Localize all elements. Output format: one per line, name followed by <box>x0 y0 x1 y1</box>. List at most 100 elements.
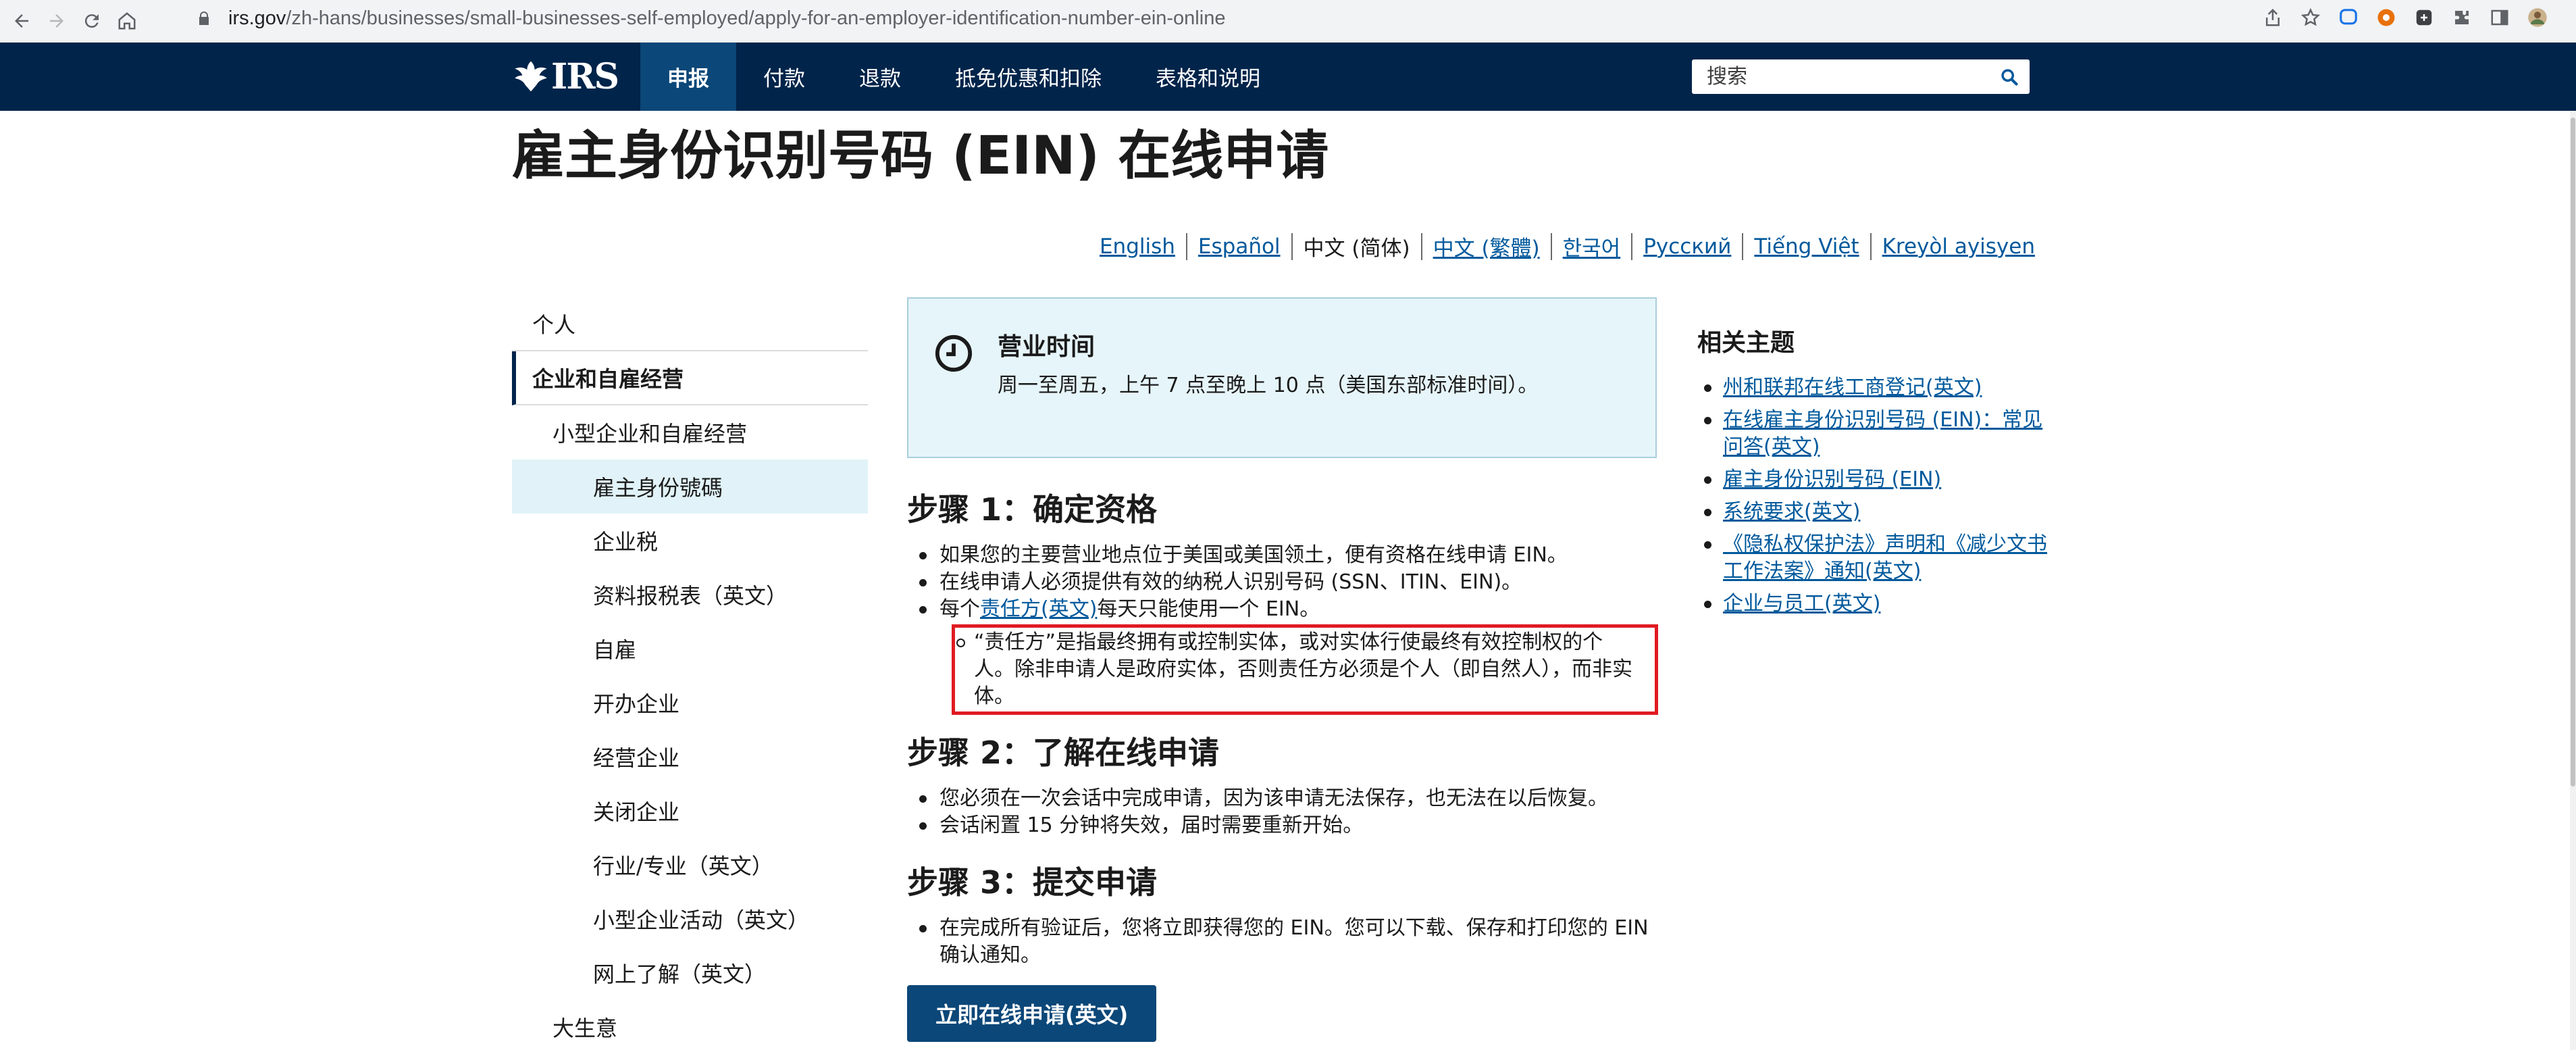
list-item: 雇主身份识别号码 (EIN) <box>1697 466 2062 493</box>
back-icon <box>15 14 28 28</box>
nav-credits-deductions[interactable]: 抵免优惠和扣除 <box>928 43 1129 111</box>
extension-dark-button[interactable] <box>2413 6 2436 29</box>
sidebar-item-small-business-events[interactable]: 小型企业活动（英文） <box>512 892 868 946</box>
sidebar-item-industries-professions[interactable]: 行业/专业（英文） <box>512 838 868 892</box>
sidebar-item-online-learning[interactable]: 网上了解（英文） <box>512 946 868 1000</box>
share-icon <box>2266 8 2279 26</box>
lang-haitian-creole[interactable]: Kreyòl ayisyen <box>1872 234 2046 259</box>
main-content: 营业时间 周一至周五，上午 7 点至晚上 10 点（美国东部标准时间）。 步骤 … <box>907 297 1658 1042</box>
home-icon <box>118 12 136 30</box>
sidebar-icon <box>2491 9 2508 26</box>
lang-russian[interactable]: Русский <box>1632 234 1742 259</box>
share-button[interactable] <box>2261 6 2284 29</box>
page-title: 雇主身份识别号码 (EIN) 在线申请 <box>512 126 1329 186</box>
nav-forms-instructions[interactable]: 表格和说明 <box>1129 43 1287 111</box>
related-title: 相关主题 <box>1697 329 1795 357</box>
lang-chinese-traditional[interactable]: 中文 (繁體) <box>1422 231 1551 261</box>
search-box <box>1692 59 2030 94</box>
related-link-businesses-employees[interactable]: 企业与员工(英文) <box>1723 592 1880 616</box>
back-button[interactable] <box>5 5 38 37</box>
lang-vietnamese[interactable]: Tiếng Việt <box>1743 234 1870 259</box>
nav-file[interactable]: 申报 <box>640 43 736 111</box>
list-item: 您必须在一次会话中完成申请，因为该申请无法保存，也无法在以后恢复。 <box>907 785 1657 812</box>
lang-korean[interactable]: 한국어 <box>1552 231 1632 261</box>
profile-button[interactable] <box>2526 6 2549 29</box>
language-bar: English Español 中文 (简体) 中文 (繁體) 한국어 Русс… <box>1089 231 2046 261</box>
search-button[interactable] <box>1989 59 2030 94</box>
orange-extension-icon <box>2377 9 2395 26</box>
list-item: 系统要求(英文) <box>1697 499 2062 526</box>
side-panel-button[interactable] <box>2488 6 2511 29</box>
related-link-privacy-act[interactable]: 《隐私权保护法》声明和《减少文书工作法案》通知(英文) <box>1723 532 2047 583</box>
sidebar-item-starting-business[interactable]: 开办企业 <box>512 676 868 730</box>
list-item: 会话闲置 15 分钟将失效，届时需要重新开始。 <box>907 812 1657 839</box>
related-link-business-registration[interactable]: 州和联邦在线工商登记(英文) <box>1723 376 1982 399</box>
related-link-system-requirements[interactable]: 系统要求(英文) <box>1723 500 1860 524</box>
nav-refunds[interactable]: 退款 <box>832 43 928 111</box>
list-item: 在线雇主身份识别号码 (EIN)：常见问答(英文) <box>1697 407 2062 461</box>
step1-list: 如果您的主要营业地点位于美国或美国领土，便有资格在线申请 EIN。 在线申请人必… <box>907 542 1657 623</box>
list-item: 如果您的主要营业地点位于美国或美国领土，便有资格在线申请 EIN。 <box>907 542 1657 569</box>
main-nav: 申报 付款 退款 抵免优惠和扣除 表格和说明 <box>640 43 1287 111</box>
responsible-party-link[interactable]: 责任方(英文) <box>980 597 1097 621</box>
related-link-ein-faq[interactable]: 在线雇主身份识别号码 (EIN)：常见问答(英文) <box>1723 408 2042 459</box>
site-header: IRS 申报 付款 退款 抵免优惠和扣除 表格和说明 <box>0 43 2576 111</box>
hours-title: 营业时间 <box>998 333 1096 361</box>
star-icon <box>2300 7 2321 26</box>
hours-callout: 营业时间 周一至周五，上午 7 点至晚上 10 点（美国东部标准时间）。 <box>907 297 1657 458</box>
forward-button[interactable] <box>41 5 73 37</box>
extension-chat-button[interactable] <box>2337 6 2360 29</box>
chat-icon <box>2340 9 2357 25</box>
list-item: 《隐私权保护法》声明和《减少文书工作法案》通知(英文) <box>1697 531 2062 585</box>
lock-icon <box>199 11 209 25</box>
sidebar-item-small-business[interactable]: 小型企业和自雇经营 <box>512 405 868 459</box>
address-bar[interactable]: irs.gov/zh-hans/businesses/small-busines… <box>177 3 2271 34</box>
sidebar-item-closing-business[interactable]: 关闭企业 <box>512 784 868 838</box>
related-link-ein[interactable]: 雇主身份识别号码 (EIN) <box>1723 468 1941 491</box>
extension-orange-button[interactable] <box>2375 6 2398 29</box>
search-input[interactable] <box>1692 65 1989 89</box>
search-icon <box>2001 68 2018 86</box>
list-item: 在线申请人必须提供有效的纳税人识别号码 (SSN、ITIN、EIN)。 <box>907 569 1657 596</box>
forward-icon <box>50 14 63 28</box>
related-topics: 相关主题 州和联邦在线工商登记(英文) 在线雇主身份识别号码 (EIN)：常见问… <box>1697 323 2062 623</box>
sidebar-item-information-returns[interactable]: 资料报税表（英文） <box>512 568 868 622</box>
bookmark-button[interactable] <box>2299 6 2322 29</box>
list-item: 在完成所有验证后，您将立即获得您的 EIN。您可以下载、保存和打印您的 EIN … <box>907 915 1657 969</box>
sidebar-item-large-business[interactable]: 大生意 <box>512 1000 868 1050</box>
lang-english[interactable]: English <box>1089 234 1186 259</box>
responsible-party-definition: “责任方”是指最终拥有或控制实体，或对实体行使最终有效控制权的个人。除非申请人是… <box>956 629 1643 710</box>
page-scrollbar[interactable] <box>2570 111 2576 1050</box>
highlight-box: “责任方”是指最终拥有或控制实体，或对实体行使最终有效控制权的个人。除非申请人是… <box>952 624 1658 715</box>
puzzle-icon <box>2455 11 2469 24</box>
step2-list: 您必须在一次会话中完成申请，因为该申请无法保存，也无法在以后恢复。 会话闲置 1… <box>907 785 1657 839</box>
list-item: 州和联邦在线工商登记(英文) <box>1697 374 2062 401</box>
sidebar-item-business-taxes[interactable]: 企业税 <box>512 514 868 568</box>
sidebar-item-ein[interactable]: 雇主身份號碼 <box>512 459 868 514</box>
logo-text: IRS <box>551 55 619 97</box>
sidebar-item-business-self-employed[interactable]: 企业和自雇经营 <box>512 351 868 405</box>
scrollbar-thumb[interactable] <box>2571 118 2575 786</box>
step1-heading: 步骤 1：确定资格 <box>907 491 1158 528</box>
irs-logo[interactable]: IRS <box>512 55 619 97</box>
apply-online-button[interactable]: 立即在线申请(英文) <box>907 985 1157 1042</box>
step2-heading: 步骤 2：了解在线申请 <box>907 734 1220 771</box>
dark-extension-icon <box>2416 9 2432 26</box>
extensions-button[interactable] <box>2450 6 2473 29</box>
lang-chinese-simplified: 中文 (简体) <box>1303 236 1410 261</box>
step3-heading: 步骤 3：提交申请 <box>907 864 1158 901</box>
home-button[interactable] <box>111 5 143 37</box>
nav-pay[interactable]: 付款 <box>736 43 832 111</box>
reload-button[interactable] <box>76 5 108 37</box>
sidebar-item-operating-business[interactable]: 经营企业 <box>512 730 868 784</box>
lang-spanish[interactable]: Español <box>1187 234 1291 259</box>
sidebar-nav: 个人 企业和自雇经营 小型企业和自雇经营 雇主身份號碼 企业税 资料报税表（英文… <box>512 297 868 1050</box>
hours-text: 周一至周五，上午 7 点至晚上 10 点（美国东部标准时间）。 <box>998 374 1539 397</box>
sidebar-item-self-employed[interactable]: 自雇 <box>512 622 868 676</box>
list-item: 企业与员工(英文) <box>1697 591 2062 618</box>
clock-icon <box>935 334 973 372</box>
profile-avatar <box>2528 8 2547 27</box>
browser-toolbar: irs.gov/zh-hans/businesses/small-busines… <box>0 0 2576 43</box>
sidebar-item-individuals[interactable]: 个人 <box>512 297 868 351</box>
step3-list: 在完成所有验证后，您将立即获得您的 EIN。您可以下载、保存和打印您的 EIN … <box>907 915 1657 969</box>
